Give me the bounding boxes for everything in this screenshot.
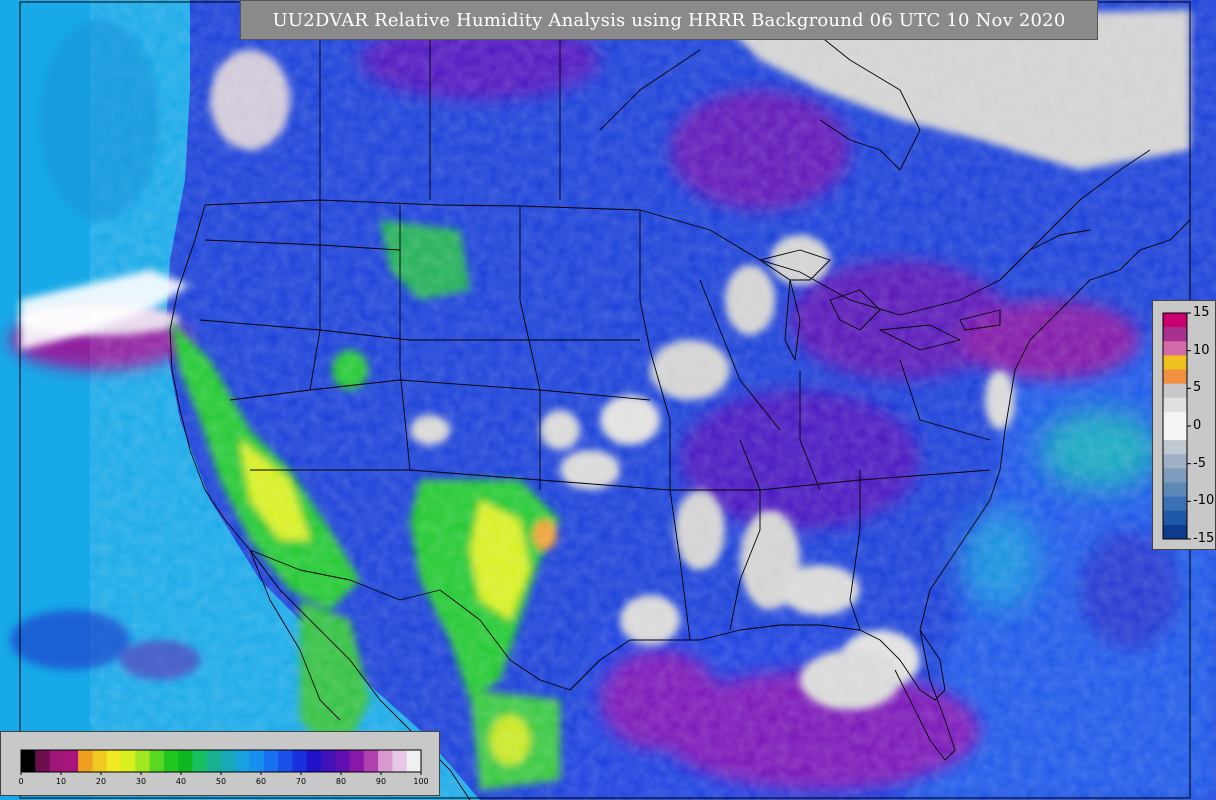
humidity-colorbar-tick: 20: [95, 777, 107, 786]
humidity-colorbar-band: [363, 750, 379, 772]
humidity-colorbar: [20, 749, 422, 775]
humidity-colorbar-band: [178, 750, 193, 772]
humidity-colorbar-tick: 90: [375, 777, 387, 786]
anomaly-colorbar-band: [1163, 313, 1187, 328]
humidity-colorbar-band: [392, 750, 408, 772]
anomaly-colorbar-tick: -5: [1193, 455, 1206, 471]
anomaly-colorbar-band: [1163, 369, 1187, 385]
humidity-colorbar-band: [21, 750, 36, 772]
humidity-colorbar-band: [49, 750, 65, 772]
anomaly-colorbar-band: [1163, 397, 1187, 413]
humidity-colorbar-band: [35, 750, 51, 772]
humidity-colorbar-band: [149, 750, 165, 772]
humidity-colorbar-band: [292, 750, 308, 772]
map-title: UU2DVAR Relative Humidity Analysis using…: [240, 0, 1098, 40]
humidity-colorbar-band: [235, 750, 251, 772]
anomaly-colorbar-band: [1163, 327, 1187, 342]
humidity-colorbar-tick: 80: [335, 777, 347, 786]
anomaly-colorbar-band: [1163, 341, 1187, 356]
humidity-colorbar-tick: 30: [135, 777, 147, 786]
humidity-colorbar-band: [263, 750, 279, 772]
anomaly-colorbar-band: [1163, 383, 1187, 399]
anomaly-colorbar: [1162, 312, 1191, 540]
humidity-colorbar-tick: 10: [55, 777, 67, 786]
anomaly-colorbar-band: [1163, 524, 1187, 540]
anomaly-colorbar-band: [1163, 411, 1187, 427]
humidity-colorbar-tick: 70: [295, 777, 307, 786]
anomaly-colorbar-tick: 0: [1193, 418, 1202, 433]
humidity-colorbar-legend: 0 10 20 30 40 50 60 70 80 90 100: [0, 731, 440, 796]
humidity-colorbar-band: [249, 750, 265, 772]
anomaly-colorbar-band: [1163, 496, 1187, 512]
anomaly-colorbar-band: [1163, 482, 1187, 498]
humidity-colorbar-tick: 100: [413, 777, 429, 786]
anomaly-colorbar-band: [1163, 510, 1187, 526]
anomaly-colorbar-band: [1163, 454, 1187, 469]
humidity-colorbar-band: [278, 750, 293, 772]
map-canvas: [0, 0, 1216, 800]
humidity-colorbar-tick: 60: [255, 777, 267, 786]
anomaly-colorbar-tick: 5: [1193, 380, 1202, 396]
anomaly-colorbar-band: [1163, 468, 1187, 483]
humidity-colorbar-band: [63, 750, 79, 772]
anomaly-colorbar-legend: 15 10 5 0 -5 -10 -15: [1152, 300, 1216, 550]
humidity-colorbar-band: [406, 750, 422, 772]
anomaly-colorbar-tick: -15: [1193, 531, 1215, 546]
humidity-colorbar-band: [321, 750, 336, 772]
humidity-colorbar-tick: 40: [175, 777, 187, 786]
anomaly-colorbar-band: [1163, 440, 1187, 455]
humidity-colorbar-band: [306, 750, 322, 772]
humidity-colorbar-band: [378, 750, 393, 772]
humidity-colorbar-band: [106, 750, 122, 772]
humidity-colorbar-band: [221, 750, 236, 772]
humidity-colorbar-band: [163, 750, 179, 772]
humidity-colorbar-band: [135, 750, 151, 772]
humidity-colorbar-band: [349, 750, 365, 772]
anomaly-colorbar-tick: -10: [1193, 493, 1215, 509]
humidity-colorbar-tick: 50: [215, 777, 227, 786]
humidity-colorbar-band: [92, 750, 108, 772]
humidity-colorbar-band: [121, 750, 136, 772]
humidity-colorbar-band: [206, 750, 222, 772]
humidity-colorbar-band: [192, 750, 208, 772]
anomaly-colorbar-band: [1163, 426, 1187, 441]
humidity-colorbar-band: [78, 750, 93, 772]
humidity-map: UU2DVAR Relative Humidity Analysis using…: [0, 0, 1216, 800]
anomaly-colorbar-tick: 15: [1193, 305, 1210, 320]
humidity-colorbar-band: [335, 750, 351, 772]
anomaly-colorbar-tick: 10: [1193, 342, 1210, 358]
anomaly-colorbar-band: [1163, 355, 1187, 370]
humidity-colorbar-tick: 0: [18, 777, 24, 786]
